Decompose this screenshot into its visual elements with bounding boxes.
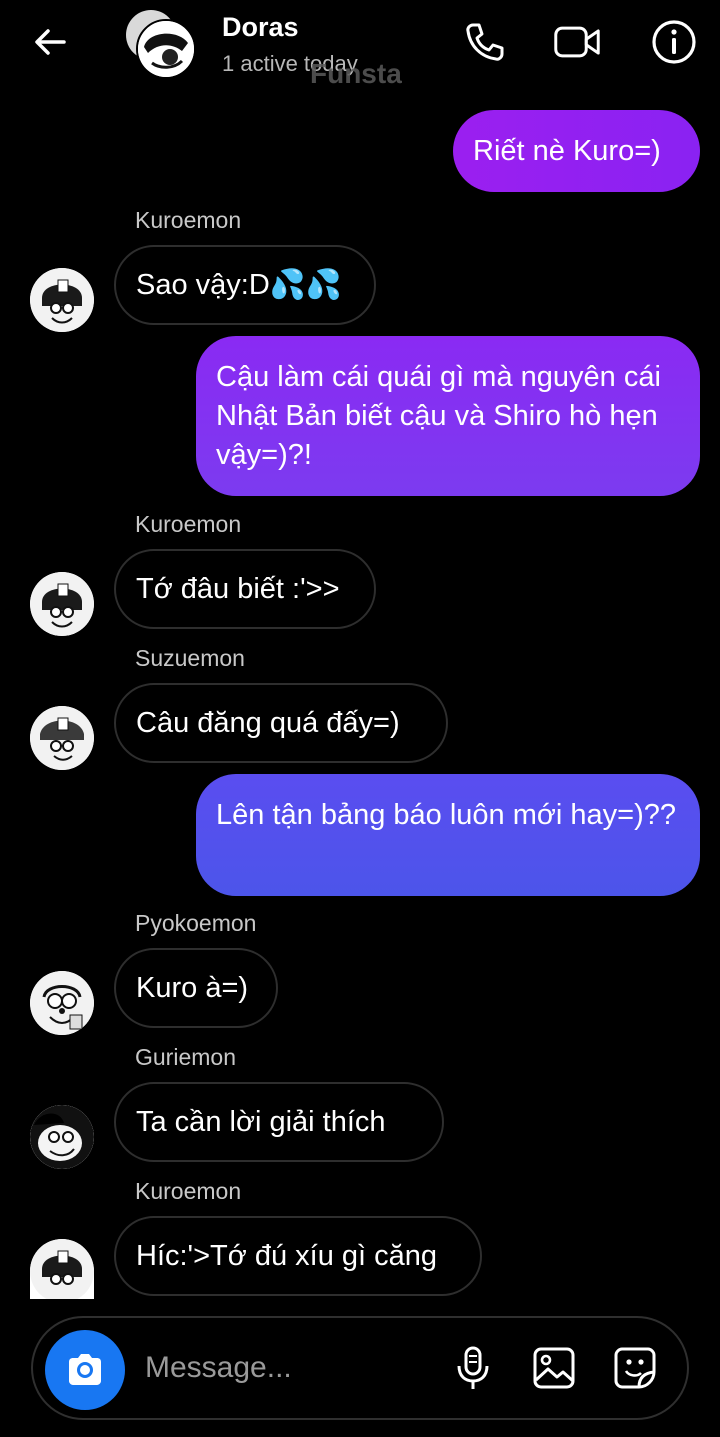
incoming-message[interactable]: Sao vậy:D💦💦 (114, 245, 376, 325)
avatar[interactable] (30, 971, 94, 1035)
sender-name: Guriemon (135, 1044, 236, 1070)
incoming-message[interactable]: Câu đăng quá đấy=) (114, 683, 448, 763)
incoming-message[interactable]: Tớ đâu biết :'>> (114, 549, 376, 629)
incoming-message[interactable]: Kuro à=) (114, 948, 278, 1028)
watermark-text: Funsta (310, 58, 402, 89)
incoming-message[interactable]: Híc:'>Tớ đú xíu gì căng (114, 1216, 482, 1296)
message-composer (31, 1316, 689, 1420)
sticker-icon[interactable] (611, 1344, 659, 1392)
outgoing-message[interactable]: Lên tận bảng báo luôn mới hay=)?? (196, 774, 700, 896)
avatar[interactable] (30, 1105, 94, 1169)
microphone-icon[interactable] (449, 1344, 497, 1392)
sender-name: Suzuemon (135, 645, 245, 671)
avatar[interactable] (30, 706, 94, 770)
sender-name: Kuroemon (135, 207, 242, 233)
outgoing-message[interactable]: Riết nè Kuro=) (453, 110, 700, 192)
message-input[interactable] (145, 1342, 425, 1394)
phone-icon[interactable] (460, 18, 508, 66)
camera-button[interactable] (45, 1330, 125, 1410)
image-icon[interactable] (530, 1344, 578, 1392)
info-icon[interactable] (650, 18, 698, 66)
back-arrow-icon[interactable] (28, 20, 72, 64)
video-camera-icon[interactable] (553, 18, 601, 66)
sender-name: Kuroemon (135, 1178, 242, 1204)
sender-name: Pyokoemon (135, 910, 257, 936)
incoming-message[interactable]: Ta cần lời giải thích (114, 1082, 444, 1162)
camera-icon (69, 1354, 101, 1385)
group-avatar[interactable] (136, 19, 196, 79)
chat-title[interactable]: Doras (222, 12, 299, 43)
sender-name: Kuroemon (135, 511, 242, 537)
avatar[interactable] (30, 572, 94, 636)
avatar[interactable] (30, 268, 94, 332)
chat-header: Doras 1 active today Funsta (0, 0, 720, 100)
avatar[interactable] (30, 1239, 94, 1299)
outgoing-message[interactable]: Cậu làm cái quái gì mà nguyên cái Nhật B… (196, 336, 700, 496)
